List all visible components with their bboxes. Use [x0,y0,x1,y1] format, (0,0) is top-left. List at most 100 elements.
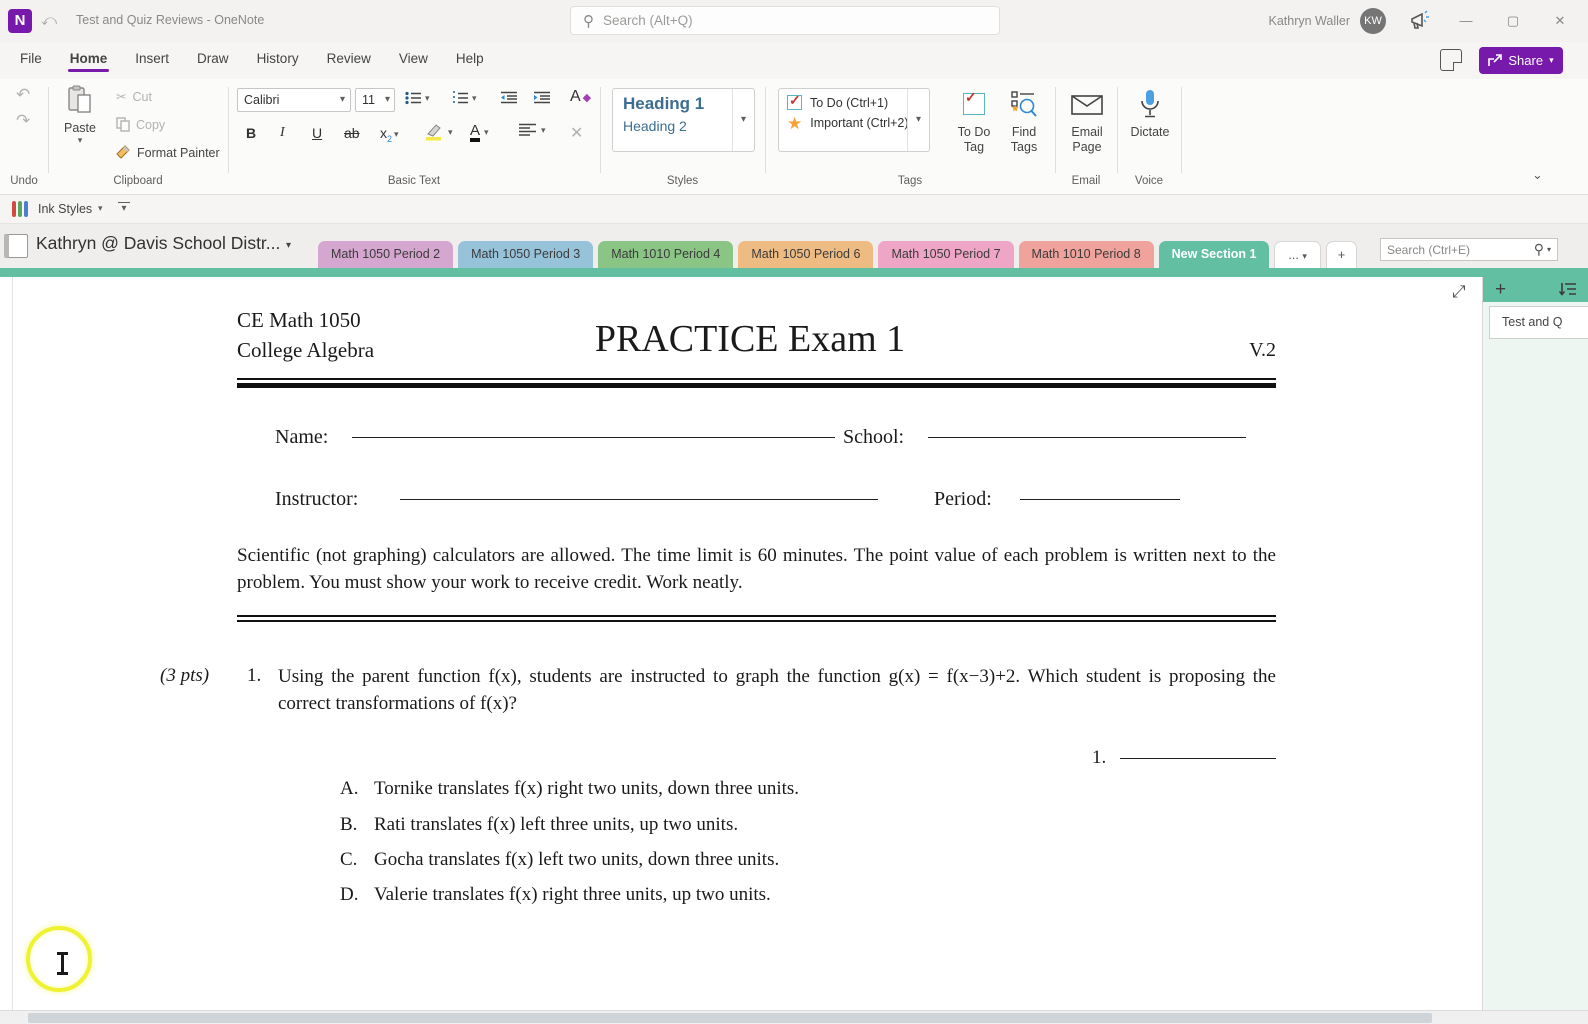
avatar[interactable]: KW [1360,8,1386,34]
numbered-list-icon [453,91,468,104]
subscript-button[interactable]: x2 ▾ [380,125,399,144]
paste-button[interactable]: Paste ▾ [58,85,102,146]
user-name: Kathryn Waller [1268,14,1350,28]
feed-icon[interactable] [1440,49,1462,71]
section-tab-new-section-1[interactable]: New Section 1 [1158,241,1270,268]
restore-button[interactable]: ▢ [1490,0,1536,42]
page-canvas[interactable]: ⤢ CE Math 1050 College Algebra PRACTICE … [0,277,1482,1010]
bullet-list-icon [405,91,421,105]
back-icon[interactable]: ⤺ [38,10,60,32]
redo-icon[interactable]: ↷ [16,111,30,131]
titlebar-search[interactable]: ⚲ [570,6,1000,35]
overflow-dots-icon: ... [1288,248,1299,262]
answer-blank [1120,739,1276,759]
section-search[interactable]: ⚲ ▾ [1380,238,1558,261]
section-tab-math-1050-period-2[interactable]: Math 1050 Period 2 [318,241,454,268]
section-search-input[interactable] [1387,242,1505,257]
horizontal-scrollbar[interactable] [0,1010,1588,1024]
styles-chevron-icon[interactable]: ▾ [732,89,754,151]
share-chevron-icon: ▾ [1549,55,1554,65]
share-icon [1488,54,1503,66]
menu-help[interactable]: Help [442,42,498,74]
section-overflow-tab[interactable]: ... ▾ [1274,241,1321,268]
ribbon: ↶ ↷ Undo Paste ▾ ✂ Cut Copy Format Painte… [0,79,1588,195]
section-tab-math-1050-period-6[interactable]: Math 1050 Period 6 [738,241,874,268]
bullet-list-button[interactable]: ▾ [405,91,430,105]
todo-tag-label1: To Do [957,125,991,139]
todo-checkbox-icon [787,92,802,110]
section-tab-math-1050-period-3[interactable]: Math 1050 Period 3 [458,241,594,268]
find-tags-label2: Tags [1010,140,1038,154]
notebook-icon [4,234,28,258]
menu-history[interactable]: History [243,42,313,74]
clear-formatting-button[interactable]: A ◆ [570,88,591,106]
horizontal-scrollbar-thumb[interactable] [28,1013,1432,1023]
school-label: School: [843,426,905,448]
section-accent-bar [0,268,1588,277]
titlebar-search-input[interactable] [603,13,987,28]
paragraph-alignment-button[interactable]: ▾ [518,123,546,137]
strikethrough-icon: ab [344,125,360,141]
font-color-button[interactable]: A ▾ [470,123,489,142]
collapse-ribbon-icon[interactable]: ⌄ [1532,167,1543,183]
section-tab-math-1050-period-7[interactable]: Math 1050 Period 7 [878,241,1014,268]
italic-icon: I [280,125,285,140]
close-button[interactable]: ✕ [1537,0,1583,42]
menu-view[interactable]: View [385,42,442,74]
font-name-select[interactable]: Calibri ▾ [237,88,351,112]
undo-icon[interactable]: ↶ [16,85,30,105]
find-tags-button[interactable]: Find Tags [1002,87,1046,155]
tags-chevron-icon[interactable]: ▾ [907,89,929,151]
whats-new-megaphone-icon[interactable] [1408,10,1432,32]
cut-label: Cut [132,89,152,104]
page-item-test-and-q[interactable]: Test and Q [1489,306,1588,339]
instructor-blank [400,480,878,500]
school-blank [928,418,1246,438]
menu-draw[interactable]: Draw [183,42,243,74]
section-tab-math-1010-period-8[interactable]: Math 1010 Period 8 [1018,241,1154,268]
format-painter-button[interactable]: Format Painter [116,145,220,160]
underline-button[interactable]: U [312,125,322,141]
choice-c-text: Gocha translates f(x) left two units, do… [374,849,780,870]
font-size-select[interactable]: 11 ▾ [355,88,395,112]
choice-a-text: Tornike translates f(x) right two units,… [374,778,800,799]
todo-tag-button[interactable]: To Do Tag [952,87,996,155]
section-search-chevron-icon: ▾ [1546,245,1551,254]
find-tags-label1: Find [1011,125,1037,139]
numbered-list-button[interactable]: ▾ [452,91,477,105]
add-section-tab[interactable]: + [1325,241,1358,268]
dictate-button[interactable]: Dictate [1124,87,1176,140]
sort-pages-icon[interactable] [1559,282,1577,297]
italic-button[interactable]: I [280,125,285,141]
tags-gallery[interactable]: To Do (Ctrl+1) ★ Important (Ctrl+2) ▾ [778,88,930,152]
ink-styles-chevron-icon[interactable]: ▾ [98,203,103,214]
document[interactable]: CE Math 1050 College Algebra PRACTICE Ex… [0,277,1482,1010]
choice-b-letter: B. [340,814,358,835]
choice-b-text: Rati translates f(x) left three units, u… [374,814,739,835]
decrease-indent-button[interactable] [500,91,518,104]
strikethrough-button[interactable]: ab [344,125,360,141]
styles-gallery[interactable]: Heading 1 Heading 2 ▾ [612,88,755,152]
ink-more-icon[interactable]: ▾ [118,202,130,214]
menu-insert[interactable]: Insert [121,42,183,74]
minimize-button[interactable]: — [1443,0,1489,42]
bold-button[interactable]: B [246,125,256,141]
add-page-icon[interactable]: + [1495,279,1506,301]
delete-icon: ✕ [570,125,584,142]
highlight-button[interactable]: ▾ [424,123,453,141]
email-page-button[interactable]: Email Page [1062,87,1112,155]
header-rule-thick [237,383,1276,388]
section-search-icon: ⚲ [1533,241,1544,257]
notebook-name[interactable]: Kathryn @ Davis School Distr... [36,233,280,254]
menu-home[interactable]: Home [56,42,122,74]
notebook-chevron-icon[interactable]: ▾ [286,240,291,251]
share-button[interactable]: Share ▾ [1479,47,1563,74]
ink-styles-button[interactable]: Ink Styles [38,202,92,216]
email-page-label1: Email [1071,125,1103,139]
menu-file[interactable]: File [6,42,56,74]
paste-label: Paste [64,121,96,135]
increase-indent-button[interactable] [533,91,551,104]
menu-review[interactable]: Review [313,42,385,74]
section-tab-math-1010-period-4[interactable]: Math 1010 Period 4 [598,241,734,268]
group-label-clipboard: Clipboard [113,175,163,187]
